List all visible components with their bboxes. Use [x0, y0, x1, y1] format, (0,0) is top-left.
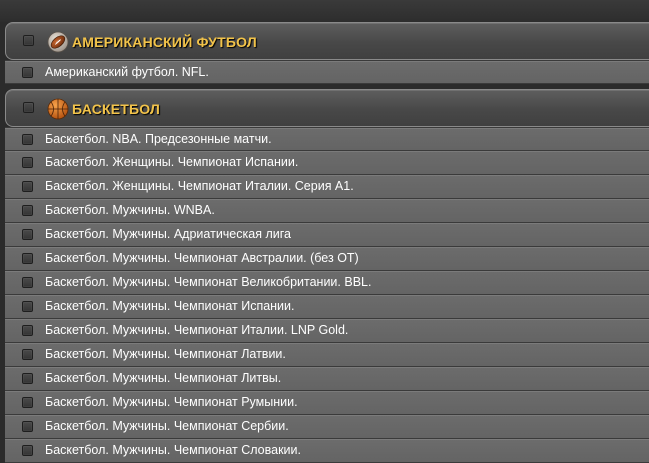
item-checkbox[interactable]: [22, 157, 33, 168]
item-label: Баскетбол. Мужчины. Адриатическая лига: [45, 227, 291, 241]
list-item[interactable]: Баскетбол. Мужчины. Чемпионат Литвы.: [5, 367, 649, 391]
list-item[interactable]: Баскетбол. Женщины. Чемпионат Испании.: [5, 151, 649, 175]
item-checkbox[interactable]: [22, 229, 33, 240]
item-label: Баскетбол. Мужчины. WNBA.: [45, 203, 215, 217]
sports-selection-panel: АМЕРИКАНСКИЙ ФУТБОЛ Американский футбол.…: [0, 0, 649, 463]
item-checkbox[interactable]: [22, 277, 33, 288]
basketball-icon: [47, 98, 69, 120]
item-checkbox[interactable]: [22, 349, 33, 360]
item-label: Баскетбол. Мужчины. Чемпионат Литвы.: [45, 371, 282, 385]
item-label: Баскетбол. NBA. Предсезонные матчи.: [45, 132, 272, 146]
item-checkbox[interactable]: [22, 325, 33, 336]
list-item[interactable]: Баскетбол. Мужчины. WNBA.: [5, 199, 649, 223]
list-item[interactable]: Баскетбол. Мужчины. Чемпионат Великобрит…: [5, 271, 649, 295]
list-item[interactable]: Баскетбол. Мужчины. Адриатическая лига: [5, 223, 649, 247]
item-label: Баскетбол. Мужчины. Чемпионат Австралии.…: [45, 251, 359, 265]
list-item[interactable]: Баскетбол. Мужчины. Чемпионат Сербии.: [5, 415, 649, 439]
section-list-american-football: Американский футбол. NFL.: [5, 60, 649, 84]
american-football-icon: [47, 31, 69, 53]
item-label: Баскетбол. Мужчины. Чемпионат Испании.: [45, 299, 295, 313]
item-checkbox[interactable]: [22, 134, 33, 145]
item-checkbox[interactable]: [22, 301, 33, 312]
item-label: Баскетбол. Мужчины. Чемпионат Сербии.: [45, 419, 289, 433]
item-label: Баскетбол. Женщины. Чемпионат Италии. Се…: [45, 179, 354, 193]
section-checkbox-american-football[interactable]: [23, 35, 34, 46]
item-checkbox[interactable]: [22, 445, 33, 456]
section-header-american-football[interactable]: АМЕРИКАНСКИЙ ФУТБОЛ: [5, 22, 649, 60]
list-item[interactable]: Американский футбол. NFL.: [5, 60, 649, 84]
section-title: БАСКЕТБОЛ: [72, 101, 161, 117]
list-item[interactable]: Баскетбол. Мужчины. Чемпионат Испании.: [5, 295, 649, 319]
item-label: Баскетбол. Мужчины. Чемпионат Латвии.: [45, 347, 286, 361]
section-list-basketball: Баскетбол. NBA. Предсезонные матчи. Баск…: [5, 127, 649, 463]
item-label: Баскетбол. Мужчины. Чемпионат Великобрит…: [45, 275, 372, 289]
section-checkbox-basketball[interactable]: [23, 102, 34, 113]
item-checkbox[interactable]: [22, 205, 33, 216]
list-item[interactable]: Баскетбол. Мужчины. Чемпионат Румынии.: [5, 391, 649, 415]
item-checkbox[interactable]: [22, 181, 33, 192]
list-item[interactable]: Баскетбол. Мужчины. Чемпионат Италии. LN…: [5, 319, 649, 343]
list-item[interactable]: Баскетбол. Мужчины. Чемпионат Австралии.…: [5, 247, 649, 271]
list-item[interactable]: Баскетбол. NBA. Предсезонные матчи.: [5, 127, 649, 151]
list-item[interactable]: Баскетбол. Женщины. Чемпионат Италии. Се…: [5, 175, 649, 199]
section-title: АМЕРИКАНСКИЙ ФУТБОЛ: [72, 34, 257, 50]
top-bar: [0, 0, 649, 22]
item-checkbox[interactable]: [22, 421, 33, 432]
list-item[interactable]: Баскетбол. Мужчины. Чемпионат Словакии.: [5, 439, 649, 463]
item-checkbox[interactable]: [22, 67, 33, 78]
item-checkbox[interactable]: [22, 253, 33, 264]
item-label: Баскетбол. Мужчины. Чемпионат Италии. LN…: [45, 323, 349, 337]
item-label: Баскетбол. Женщины. Чемпионат Испании.: [45, 155, 299, 169]
item-checkbox[interactable]: [22, 373, 33, 384]
item-label: Баскетбол. Мужчины. Чемпионат Словакии.: [45, 443, 301, 457]
item-label: Американский футбол. NFL.: [45, 65, 209, 79]
item-checkbox[interactable]: [22, 397, 33, 408]
list-item[interactable]: Баскетбол. Мужчины. Чемпионат Латвии.: [5, 343, 649, 367]
item-label: Баскетбол. Мужчины. Чемпионат Румынии.: [45, 395, 298, 409]
section-header-basketball[interactable]: БАСКЕТБОЛ: [5, 89, 649, 127]
